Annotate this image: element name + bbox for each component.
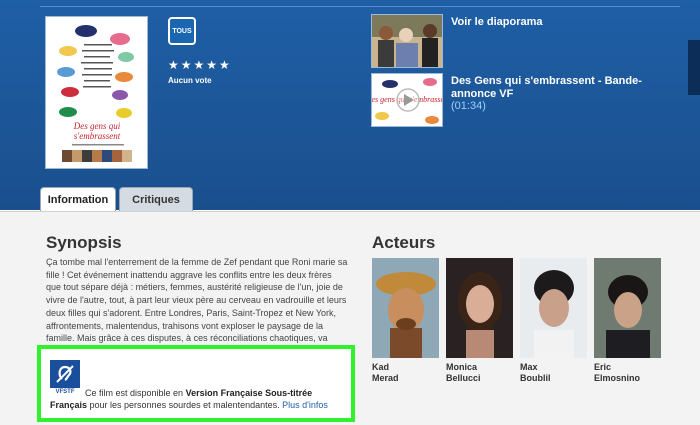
access-text-end: pour les personnes sourdes et malentenda… <box>87 400 280 410</box>
accessibility-text: Ce film est disponible en Version França… <box>50 387 350 411</box>
vote-count: Aucun vote <box>168 76 212 85</box>
actor-first-name: Kad <box>372 362 390 372</box>
actor-card[interactable]: Max Boublil <box>520 258 587 384</box>
divider <box>40 6 680 7</box>
actor-card[interactable]: Monica Bellucci <box>446 258 513 384</box>
actor-last-name: Elmosnino <box>594 373 641 383</box>
actor-card[interactable]: Kad Merad <box>372 258 439 384</box>
actor-last-name: Boublil <box>520 373 551 383</box>
actor-card[interactable]: Eric Elmosnino <box>594 258 661 384</box>
poster-art: Des gens qui s'embrassent <box>46 17 147 168</box>
actors-heading: Acteurs <box>372 233 436 252</box>
poster-title-line-1: Des gens qui <box>73 121 121 131</box>
movie-poster[interactable]: Des gens qui s'embrassent <box>45 16 148 169</box>
actor-photo[interactable] <box>520 258 587 358</box>
actor-first-name: Monica <box>446 362 478 372</box>
actor-last-name: Bellucci <box>446 373 481 383</box>
tab-critiques[interactable]: Critiques <box>119 187 193 211</box>
accessibility-notice: VFSTF Ce film est disponible en Version … <box>37 345 355 422</box>
trailer-link[interactable]: Des Gens qui s'embrassent - Bande-annonc… <box>451 75 666 101</box>
actor-name[interactable]: Eric Elmosnino <box>594 362 661 384</box>
tab-information[interactable]: Information <box>40 187 116 211</box>
movie-header: Des gens qui s'embrassent TOUS ★★★★★ Auc… <box>0 0 700 210</box>
trailer-thumbnail[interactable]: Des gens qui s'embrassent <box>371 73 443 127</box>
actor-photo[interactable] <box>446 258 513 358</box>
hearing-impaired-icon <box>50 360 80 388</box>
slideshow-image <box>372 15 442 67</box>
actor-first-name: Eric <box>594 362 612 372</box>
more-info-link[interactable]: Plus d'infos <box>282 400 328 410</box>
synopsis-heading: Synopsis <box>46 233 122 252</box>
actor-last-name: Merad <box>372 373 399 383</box>
actor-name[interactable]: Kad Merad <box>372 362 439 384</box>
trailer-duration: (01:34) <box>451 100 486 112</box>
age-rating-badge: TOUS <box>168 17 196 45</box>
synopsis-text: Ça tombe mal l'enterrement de la femme d… <box>46 257 348 356</box>
poster-title-line-2: s'embrassent <box>74 131 121 141</box>
actor-name[interactable]: Max Boublil <box>520 362 587 384</box>
actor-name[interactable]: Monica Bellucci <box>446 362 513 384</box>
star-rating[interactable]: ★★★★★ <box>168 58 232 72</box>
slideshow-thumbnail[interactable] <box>371 14 443 68</box>
actor-photo[interactable] <box>594 258 661 358</box>
trailer-image: Des gens qui s'embrassent <box>372 74 442 126</box>
slideshow-link[interactable]: Voir le diaporama <box>451 16 543 29</box>
actor-first-name: Max <box>520 362 538 372</box>
access-text-start: Ce film est disponible en <box>85 388 186 398</box>
actor-photo[interactable] <box>372 258 439 358</box>
carousel-edge[interactable] <box>688 40 700 95</box>
